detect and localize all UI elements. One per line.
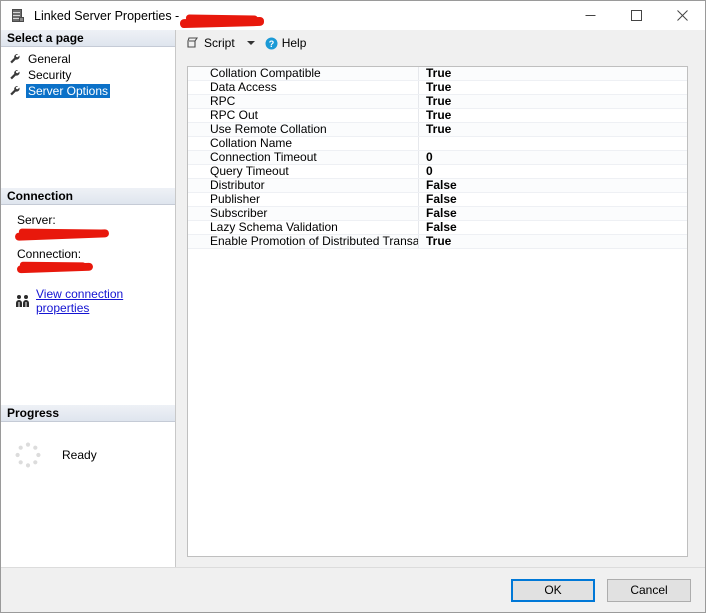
sidebar-item-label: Server Options xyxy=(26,84,111,98)
view-connection-properties-row[interactable]: View connection properties xyxy=(1,287,175,315)
table-row[interactable]: Data Access True xyxy=(188,80,687,96)
chevron-down-icon[interactable] xyxy=(246,41,255,45)
progress-header: Progress xyxy=(1,404,175,422)
connection-label: Connection: xyxy=(17,247,82,262)
property-name: Collation Name xyxy=(188,136,419,152)
table-row[interactable]: Connection Timeout 0 xyxy=(188,150,687,166)
dialog-footer: OK Cancel xyxy=(1,567,705,612)
window-title-text: Linked Server Properties - xyxy=(34,8,180,23)
maximize-button[interactable] xyxy=(613,1,659,30)
page-list: General Security Server Options xyxy=(1,47,175,99)
table-row[interactable]: Subscriber False xyxy=(188,206,687,222)
property-name: RPC xyxy=(188,94,419,110)
connection-header: Connection xyxy=(1,188,175,206)
cancel-button[interactable]: Cancel xyxy=(607,578,691,602)
svg-text:?: ? xyxy=(268,38,274,48)
properties-table-body: Collation Compatible True Data Access Tr… xyxy=(188,67,687,250)
property-name: Distributor xyxy=(188,178,419,194)
table-row[interactable]: Collation Compatible True xyxy=(188,67,687,82)
property-value[interactable]: 0 xyxy=(418,164,687,180)
property-value[interactable]: True xyxy=(418,108,687,124)
property-value[interactable]: True xyxy=(418,80,687,96)
property-name: RPC Out xyxy=(188,108,419,124)
table-row[interactable]: Query Timeout 0 xyxy=(188,164,687,180)
wrench-icon xyxy=(9,85,22,98)
property-value[interactable]: False xyxy=(418,178,687,194)
wrench-icon xyxy=(9,69,22,82)
window-title: Linked Server Properties - xyxy=(34,8,265,28)
toolbar: Script ? Help xyxy=(176,30,705,56)
connection-redaction-mark xyxy=(16,263,94,274)
view-connection-properties-link[interactable]: View connection properties xyxy=(36,287,175,315)
property-value[interactable]: True xyxy=(418,67,687,82)
script-label: Script xyxy=(204,36,235,50)
server-redaction-mark xyxy=(14,229,110,242)
left-pane: Select a page General Security Server Op… xyxy=(1,30,176,567)
help-button[interactable]: ? Help xyxy=(265,36,307,50)
window-controls xyxy=(567,1,705,30)
sidebar-item-security[interactable]: Security xyxy=(1,67,175,83)
minimize-button[interactable] xyxy=(567,1,613,30)
server-label: Server: xyxy=(17,213,56,228)
table-row[interactable]: Use Remote Collation True xyxy=(188,122,687,138)
people-icon xyxy=(15,294,31,308)
property-name: Enable Promotion of Distributed Transact… xyxy=(188,234,419,250)
property-value[interactable]: True xyxy=(418,122,687,138)
ok-button[interactable]: OK xyxy=(511,578,595,602)
property-value[interactable] xyxy=(418,136,687,152)
property-value[interactable]: False xyxy=(418,206,687,222)
select-page-header: Select a page xyxy=(1,30,175,47)
title-redaction-mark xyxy=(179,16,265,28)
table-row[interactable]: Collation Name xyxy=(188,136,687,152)
property-value[interactable]: True xyxy=(418,94,687,110)
linked-server-properties-window: Linked Server Properties - Select a page xyxy=(0,0,706,613)
property-name: Publisher xyxy=(188,192,419,208)
property-name: Query Timeout xyxy=(188,164,419,180)
sidebar-item-server-options[interactable]: Server Options xyxy=(1,83,175,99)
sidebar-item-general[interactable]: General xyxy=(1,51,175,67)
property-value[interactable]: True xyxy=(418,234,687,250)
sidebar-item-label: General xyxy=(28,52,71,66)
title-bar: Linked Server Properties - xyxy=(1,1,705,30)
property-name: Collation Compatible xyxy=(188,67,419,82)
spinner-icon xyxy=(14,441,42,469)
script-icon xyxy=(186,36,200,50)
server-value xyxy=(14,228,175,243)
connection-section: Server: Connection: View connection prop… xyxy=(1,205,175,315)
property-name: Connection Timeout xyxy=(188,150,419,166)
sidebar-item-label: Security xyxy=(28,68,72,82)
server-icon xyxy=(10,8,26,24)
progress-section: Ready xyxy=(1,422,175,478)
table-row[interactable]: Publisher False xyxy=(188,192,687,208)
close-button[interactable] xyxy=(659,1,705,30)
wrench-icon xyxy=(9,53,22,66)
properties-table: Collation Compatible True Data Access Tr… xyxy=(188,67,687,250)
table-row[interactable]: Enable Promotion of Distributed Transact… xyxy=(188,234,687,250)
property-value[interactable]: False xyxy=(418,192,687,208)
right-pane: Script ? Help Collation Compatible True … xyxy=(176,30,705,567)
property-value[interactable]: False xyxy=(418,220,687,236)
property-name: Subscriber xyxy=(188,206,419,222)
property-name: Data Access xyxy=(188,80,419,96)
help-label: Help xyxy=(281,36,307,50)
table-row[interactable]: Distributor False xyxy=(188,178,687,194)
dialog-body: Select a page General Security Server Op… xyxy=(1,30,705,567)
table-row[interactable]: RPC Out True xyxy=(188,108,687,124)
connection-value xyxy=(15,262,175,277)
help-icon: ? xyxy=(265,37,278,50)
script-button[interactable]: Script xyxy=(186,36,235,50)
progress-status: Ready xyxy=(62,447,97,462)
property-name: Lazy Schema Validation xyxy=(188,220,419,236)
properties-grid[interactable]: Collation Compatible True Data Access Tr… xyxy=(187,66,688,557)
table-row[interactable]: Lazy Schema Validation False xyxy=(188,220,687,236)
table-row[interactable]: RPC True xyxy=(188,94,687,110)
property-value[interactable]: 0 xyxy=(418,150,687,166)
property-name: Use Remote Collation xyxy=(188,122,419,138)
